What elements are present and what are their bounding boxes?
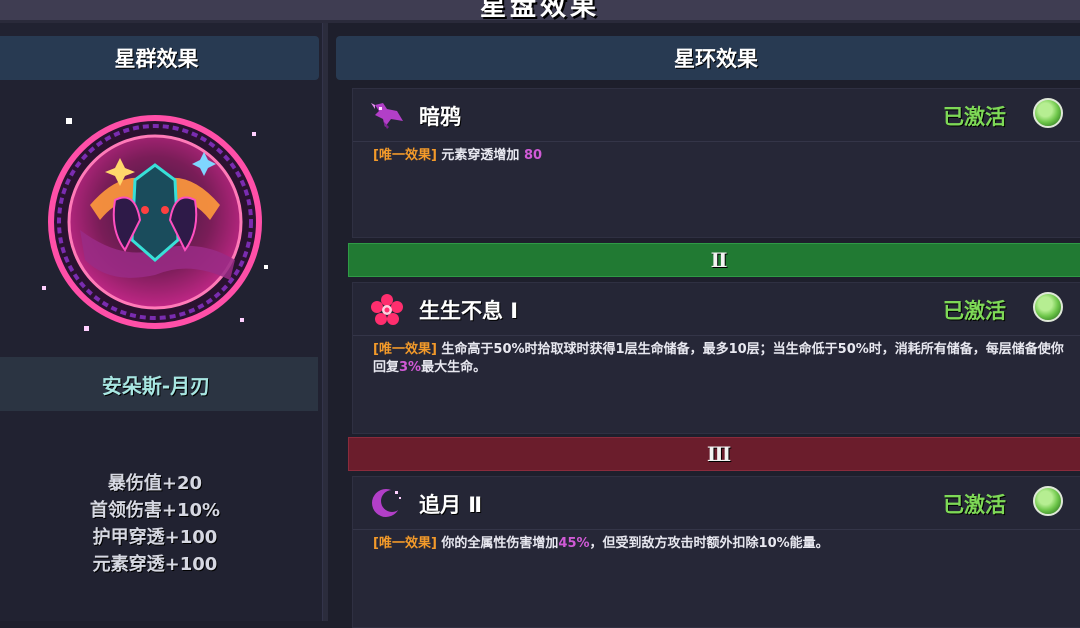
unique-effect-tag: [唯一效果] bbox=[373, 536, 437, 551]
effect-title: 追月 Ⅱ bbox=[419, 493, 483, 517]
crescent-moon-icon bbox=[369, 487, 405, 519]
unique-effect-tag: [唯一效果] bbox=[373, 342, 437, 357]
effect-card[interactable]: 生生不息 Ⅰ 已激活 [唯一效果] 生命高于50%时拾取球时获得1层生命储备，最… bbox=[352, 282, 1080, 434]
constellation-stats: 暴伤值+20 首领伤害+10% 护甲穿透+100 元素穿透+100 bbox=[0, 470, 310, 578]
stat-line: 暴伤值+20 bbox=[107, 473, 203, 494]
effect-title: 暗鸦 bbox=[419, 105, 461, 129]
active-indicator-icon bbox=[1033, 486, 1063, 516]
flower-icon bbox=[369, 293, 405, 325]
description-value: 80 bbox=[523, 148, 543, 163]
description-text: 最大生命。 bbox=[421, 360, 487, 375]
top-bar: 星盘效果 bbox=[0, 0, 1080, 23]
crow-icon bbox=[369, 99, 405, 131]
constellation-emblem bbox=[40, 110, 270, 340]
effect-title: 生生不息 Ⅰ bbox=[419, 299, 519, 323]
constellation-effect-header: 星群效果 bbox=[0, 36, 319, 80]
active-indicator-icon bbox=[1033, 98, 1063, 128]
active-indicator-icon bbox=[1033, 292, 1063, 322]
unique-effect-tag: [唯一效果] bbox=[373, 148, 437, 163]
emblem-icon bbox=[42, 115, 268, 331]
stat-line: 元素穿透+100 bbox=[92, 554, 218, 575]
description-text: ，但受到敌方攻击时额外扣除10%能量。 bbox=[589, 536, 829, 551]
ring-effect-header: 星环效果 bbox=[336, 36, 1080, 80]
description-value: 3% bbox=[399, 360, 422, 375]
tier-3-bar: Ⅲ bbox=[348, 437, 1080, 471]
effect-description: [唯一效果] 你的全属性伤害增加45%，但受到敌方攻击时额外扣除10%能量。 bbox=[373, 535, 1073, 553]
effect-status: 已激活 bbox=[943, 105, 1006, 129]
effect-card-header: 追月 Ⅱ 已激活 bbox=[353, 477, 1080, 530]
stat-line: 护甲穿透+100 bbox=[92, 527, 218, 548]
description-text: 元素穿透增加 bbox=[436, 148, 524, 163]
description-text: 你的全属性伤害增加 bbox=[436, 536, 559, 551]
effect-card-header: 暗鸦 已激活 bbox=[353, 89, 1080, 142]
tier-2-bar: Ⅱ bbox=[348, 243, 1080, 277]
constellation-name: 安朵斯-月刃 bbox=[0, 357, 318, 411]
panel-divider bbox=[322, 23, 328, 621]
stat-line: 首领伤害+10% bbox=[89, 500, 221, 521]
effect-card-header: 生生不息 Ⅰ 已激活 bbox=[353, 283, 1080, 336]
effect-description: [唯一效果] 元素穿透增加 80 bbox=[373, 147, 1073, 165]
effect-card[interactable]: 暗鸦 已激活 [唯一效果] 元素穿透增加 80 bbox=[352, 88, 1080, 238]
page-title: 星盘效果 bbox=[479, 0, 600, 22]
effect-card[interactable]: 追月 Ⅱ 已激活 [唯一效果] 你的全属性伤害增加45%，但受到敌方攻击时额外扣… bbox=[352, 476, 1080, 628]
description-value: 45% bbox=[558, 536, 590, 551]
effect-status: 已激活 bbox=[943, 493, 1006, 517]
effect-description: [唯一效果] 生命高于50%时拾取球时获得1层生命储备，最多10层；当生命低于5… bbox=[373, 341, 1073, 377]
effect-status: 已激活 bbox=[943, 299, 1006, 323]
